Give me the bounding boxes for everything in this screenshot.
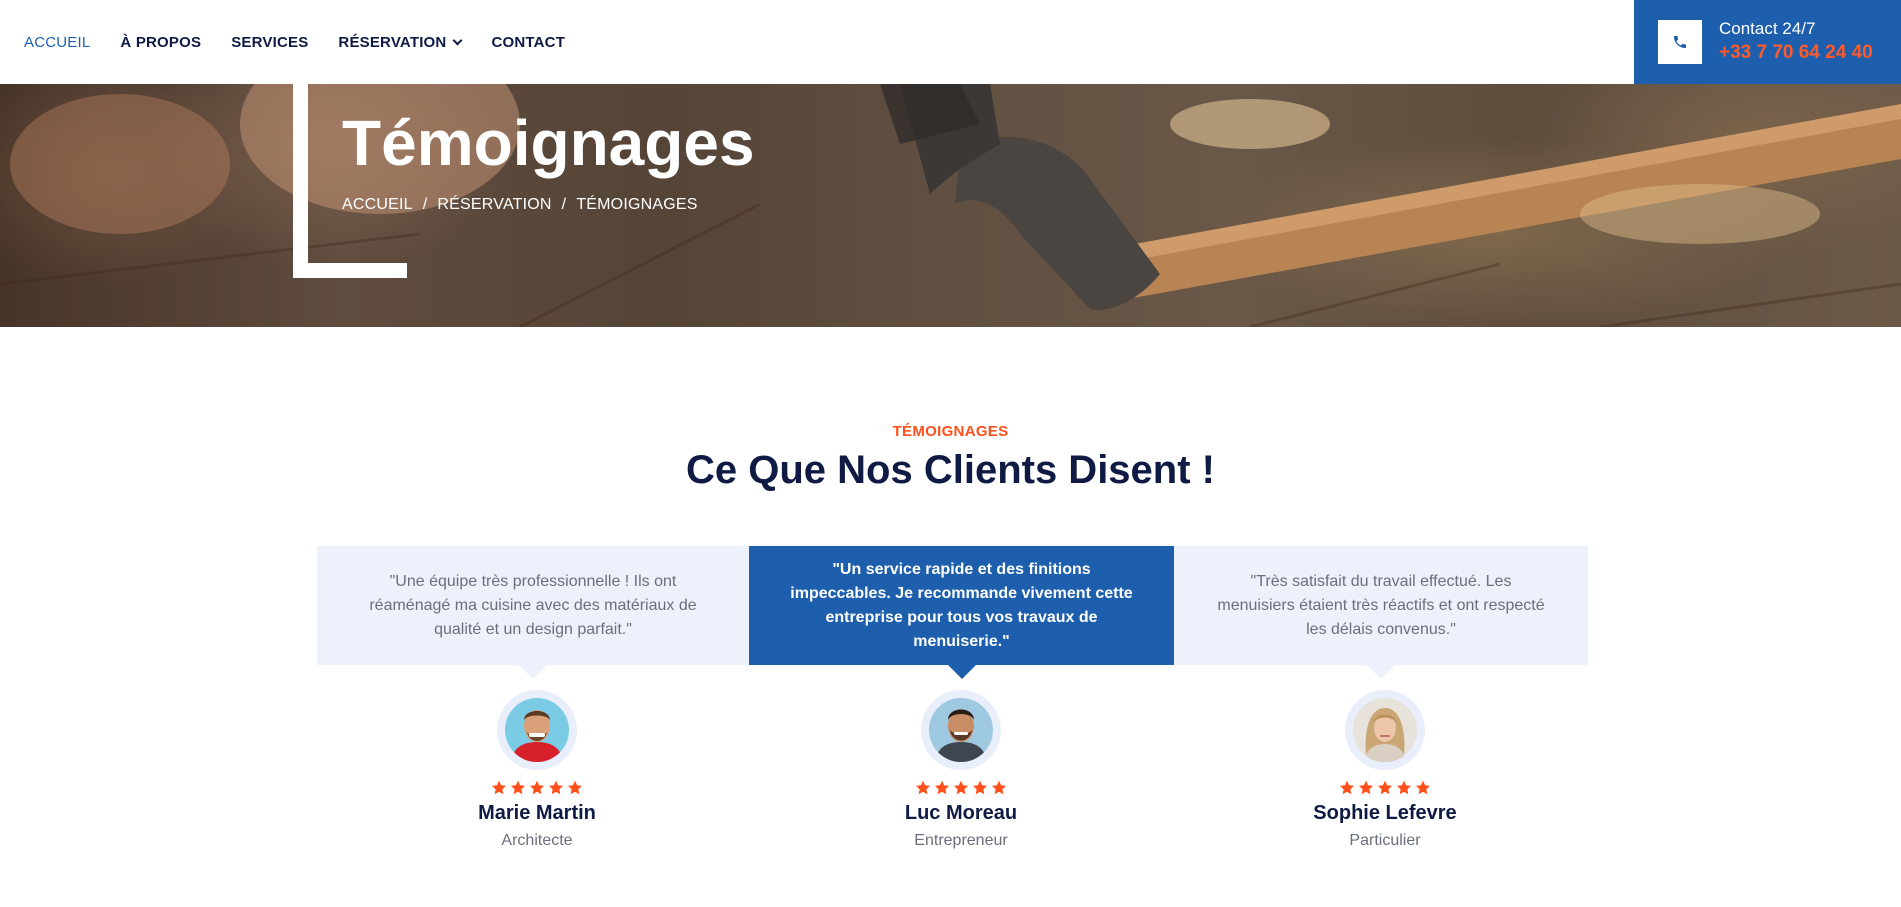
phone-icon: [1658, 20, 1702, 64]
speech-tail: [519, 665, 547, 679]
star-icon: [568, 780, 582, 795]
author-role: Entrepreneur: [914, 832, 1008, 849]
page-title: Témoignages: [342, 107, 755, 179]
avatar-ring: [921, 690, 1001, 770]
breadcrumb-link-reservation[interactable]: RÉSERVATION: [437, 196, 551, 214]
rating-stars: [1235, 780, 1535, 796]
star-icon: [1397, 780, 1411, 795]
star-icon: [935, 780, 949, 795]
testimonial-author-3: Sophie Lefevre Particulier: [1235, 690, 1535, 850]
nav-label: À PROPOS: [120, 33, 202, 51]
nav-item-accueil[interactable]: ACCUEIL: [24, 34, 90, 51]
star-icon: [1340, 780, 1354, 795]
testimonial-card-3: "Très satisfait du travail effectué. Les…: [1174, 546, 1588, 679]
avatar: [1353, 698, 1417, 762]
section-eyebrow: TÉMOIGNAGES: [892, 423, 1009, 440]
speech-tail: [947, 665, 976, 679]
star-icon: [511, 780, 525, 795]
avatar: [929, 698, 993, 762]
star-icon: [992, 780, 1006, 795]
testimonial-author-2: Luc Moreau Entrepreneur: [811, 690, 1111, 850]
contact-box[interactable]: Contact 24/7 +33 7 70 64 24 40: [1634, 0, 1901, 84]
section-heading: Ce Que Nos Clients Disent !: [686, 448, 1215, 492]
avatar: [505, 698, 569, 762]
nav-item-services[interactable]: SERVICES: [231, 34, 308, 51]
testimonial-quote: "Un service rapide et des finitions impe…: [790, 560, 1133, 650]
testimonial-card-1: "Une équipe très professionnelle ! Ils o…: [317, 546, 749, 679]
star-icon: [1378, 780, 1392, 795]
breadcrumb: ACCUEIL / RÉSERVATION / TÉMOIGNAGES: [342, 196, 698, 214]
star-icon: [549, 780, 563, 795]
testimonial-quote: "Une équipe très professionnelle ! Ils o…: [369, 572, 697, 638]
star-icon: [1359, 780, 1373, 795]
star-icon: [954, 780, 968, 795]
main-menu: ACCUEIL À PROPOS SERVICES RÉSERVATION CO…: [24, 0, 565, 84]
speech-tail: [1367, 665, 1395, 679]
rating-stars: [387, 780, 687, 796]
star-icon: [973, 780, 987, 795]
star-icon: [530, 780, 544, 795]
nav-label: CONTACT: [491, 33, 566, 51]
nav-label: RÉSERVATION: [338, 33, 447, 51]
author-name: Sophie Lefevre: [1313, 802, 1457, 824]
testimonial-author-1: Marie Martin Architecte: [387, 690, 687, 850]
nav-item-contact[interactable]: CONTACT: [491, 34, 565, 51]
contact-text: Contact 24/7 +33 7 70 64 24 40: [1719, 18, 1873, 66]
nav-item-reservation[interactable]: RÉSERVATION: [338, 33, 463, 51]
star-icon: [492, 780, 506, 795]
hammer-background-image: [0, 84, 1901, 327]
author-name: Marie Martin: [478, 802, 596, 824]
hero-frame-vertical: [293, 84, 308, 278]
page-hero-banner: Témoignages ACCUEIL / RÉSERVATION / TÉMO…: [0, 84, 1901, 327]
rating-stars: [811, 780, 1111, 796]
breadcrumb-separator: /: [422, 196, 428, 213]
breadcrumb-current: TÉMOIGNAGES: [576, 196, 698, 213]
top-navigation-bar: ACCUEIL À PROPOS SERVICES RÉSERVATION CO…: [0, 0, 1901, 84]
chevron-down-icon: [453, 35, 463, 45]
contact-phone-link[interactable]: +33 7 70 64 24 40: [1719, 40, 1873, 66]
nav-label: SERVICES: [231, 33, 309, 51]
nav-label: ACCUEIL: [24, 33, 91, 51]
avatar-ring: [1345, 690, 1425, 770]
author-role: Particulier: [1349, 832, 1421, 849]
breadcrumb-separator: /: [561, 196, 567, 213]
testimonial-card-2: "Un service rapide et des finitions impe…: [749, 546, 1174, 679]
star-icon: [1416, 780, 1430, 795]
author-name: Luc Moreau: [904, 802, 1018, 824]
contact-label: Contact 24/7: [1719, 19, 1816, 38]
nav-item-a-propos[interactable]: À PROPOS: [120, 34, 201, 51]
testimonial-quote: "Très satisfait du travail effectué. Les…: [1217, 572, 1545, 638]
breadcrumb-link-accueil[interactable]: ACCUEIL: [342, 196, 413, 214]
hero-frame-horizontal: [293, 263, 407, 278]
author-role: Architecte: [501, 832, 573, 849]
star-icon: [916, 780, 930, 795]
avatar-ring: [497, 690, 577, 770]
